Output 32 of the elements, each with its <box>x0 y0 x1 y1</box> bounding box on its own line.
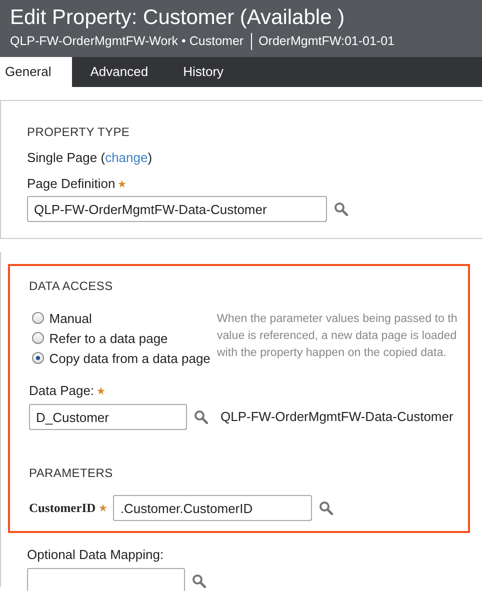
field-label: Page Definition <box>27 176 116 190</box>
class-name: QLP-FW-OrderMgmtFW-Work • Customer <box>10 33 244 50</box>
input-field[interactable]: .Customer.CustomerID <box>113 495 312 521</box>
search-icon[interactable] <box>334 202 348 216</box>
tab[interactable]: History <box>165 57 241 87</box>
search-icon[interactable] <box>318 501 333 515</box>
section-heading: DATA ACCESS <box>29 278 114 296</box>
window-title: Edit Property: Customer (Available ) <box>10 5 346 31</box>
data-page-class: QLP-FW-OrderMgmtFW-Data-Customer <box>220 408 454 426</box>
search-icon[interactable] <box>192 574 206 588</box>
radio-button[interactable] <box>32 312 44 324</box>
search-icon[interactable] <box>194 410 208 424</box>
paren-text: ) <box>148 150 152 164</box>
radio-label[interactable]: Manual <box>49 308 92 328</box>
parameter-name: CustomerID <box>29 500 96 517</box>
ruleset-version: OrderMgmtFW:01-01-01 <box>258 33 394 50</box>
radio-label[interactable]: Refer to a data page <box>49 328 168 348</box>
change-link[interactable]: change <box>105 150 148 164</box>
section-heading: PARAMETERS <box>29 465 114 482</box>
section-heading: PROPERTY TYPE <box>27 124 131 141</box>
help-text: When the parameter values being passed to th value is referenced, a new data page is loaded with the property happen on the copied data. <box>216 311 458 362</box>
input-field[interactable]: D_Customer <box>29 404 187 430</box>
input-field[interactable] <box>27 568 185 591</box>
input-field[interactable]: QLP-FW-OrderMgmtFW-Data-Customer <box>27 196 327 222</box>
radio-button[interactable] <box>32 352 44 364</box>
tab[interactable]: General <box>0 57 72 87</box>
tab[interactable]: Advanced <box>72 57 166 87</box>
type-text: Single Page ( <box>27 150 106 164</box>
radio-label[interactable]: Copy data from a data page <box>49 348 210 368</box>
radio-button[interactable] <box>32 332 44 344</box>
field-label: Optional Data Mapping: <box>27 546 165 564</box>
field-label: Data Page: <box>29 383 94 398</box>
